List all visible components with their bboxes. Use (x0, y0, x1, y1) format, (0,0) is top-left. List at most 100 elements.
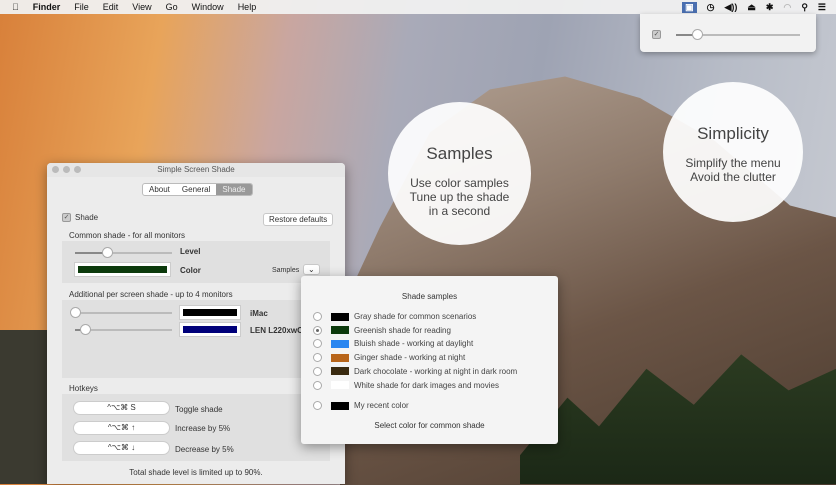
hotkey-action: Increase by 5% (175, 424, 231, 433)
tab-shade[interactable]: Shade (216, 184, 252, 195)
color-swatch (331, 312, 349, 321)
menu-go[interactable]: Go (166, 2, 178, 12)
samples-callout: Samples Use color samples Tune up the sh… (388, 102, 531, 245)
hotkey-field[interactable]: ^⌥⌘ S (73, 401, 170, 415)
hotkeys-header: Hotkeys (69, 384, 98, 393)
samples-footer: Select color for common shade (374, 421, 485, 430)
sample-label: White shade for dark images and movies (354, 380, 499, 390)
callout-title: Samples (426, 144, 493, 163)
common-level-slider[interactable] (75, 247, 172, 258)
tab-general[interactable]: General (176, 184, 216, 195)
menu-finder[interactable]: Finder (33, 2, 61, 12)
time-machine-icon[interactable]: ◷ (707, 2, 715, 13)
tab-bar: About General Shade (142, 183, 253, 196)
window-title: Simple Screen Shade (157, 165, 235, 174)
radio-button[interactable] (313, 380, 322, 390)
wifi-icon[interactable]: ◠ (783, 2, 791, 13)
menu-bar:  Finder File Edit View Go Window Help ▣… (0, 0, 836, 14)
sample-label: Dark chocolate - working at night in dar… (354, 366, 518, 376)
color-swatch (331, 353, 349, 362)
monitor-name: iMac (250, 309, 268, 318)
callout-line: in a second (428, 204, 491, 218)
window-titlebar: Simple Screen Shade (47, 163, 345, 177)
sample-row[interactable]: Ginger shade - working at night (313, 353, 466, 363)
common-shade-header: Common shade - for all monitors (69, 231, 186, 240)
sample-row[interactable]: Dark chocolate - working at night in dar… (313, 366, 518, 376)
shade-menu-dropdown: ✓ (640, 14, 816, 52)
color-swatch (331, 381, 349, 389)
samples-label: Samples (272, 267, 300, 274)
samples-title: Shade samples (401, 292, 458, 301)
callout-title: Simplicity (697, 124, 769, 143)
color-swatch (331, 401, 349, 410)
color-label: Color (180, 266, 201, 275)
imac-level-slider[interactable] (70, 307, 172, 318)
sample-label: Ginger shade - working at night (354, 353, 466, 363)
slider-knob[interactable] (79, 324, 91, 335)
restore-defaults-button[interactable]: Restore defaults (263, 213, 334, 226)
menu-help[interactable]: Help (238, 2, 257, 12)
color-swatch (331, 339, 349, 348)
hotkey-field[interactable]: ^⌥⌘ ↑ (73, 421, 170, 435)
minimize-button[interactable] (63, 166, 70, 173)
sample-label: Gray shade for common scenarios (354, 312, 477, 321)
menu-edit[interactable]: Edit (103, 2, 119, 12)
bluetooth-icon[interactable]: ✱ (766, 2, 774, 13)
simplicity-callout: Simplicity Simplify the menu Avoid the c… (663, 82, 803, 222)
sample-label: Bluish shade - working at daylight (354, 339, 474, 349)
color-swatch (331, 326, 349, 335)
callout-line: Simplify the menu (685, 156, 781, 170)
slider-knob[interactable] (102, 247, 113, 258)
shade-label: Shade (75, 213, 99, 222)
sample-row[interactable]: Greenish shade for reading (313, 325, 451, 335)
shade-toggle-checkbox[interactable]: ✓ (652, 30, 661, 39)
slider-knob[interactable] (70, 307, 81, 318)
per-screen-box: iMac LEN L220xwC (62, 300, 330, 378)
common-color-well[interactable] (74, 262, 171, 277)
len-color-well[interactable] (179, 322, 241, 337)
volume-icon[interactable]: ◀)) (724, 2, 737, 13)
limit-note: Total shade level is limited up to 90%. (129, 468, 263, 477)
radio-button[interactable] (313, 366, 322, 376)
hotkey-action: Toggle shade (175, 405, 223, 414)
menu-view[interactable]: View (132, 2, 151, 12)
shade-checkbox-row[interactable]: ✓ Shade (62, 213, 98, 222)
shade-icon[interactable]: ▣ (682, 1, 697, 13)
color-swatch (331, 367, 349, 376)
sample-row[interactable]: Bluish shade - working at daylight (313, 339, 474, 349)
callout-line: Use color samples (410, 176, 509, 190)
common-shade-box: Level Color Samples ⌄ (62, 241, 330, 283)
radio-button[interactable] (313, 325, 322, 335)
menu-window[interactable]: Window (192, 2, 224, 12)
callout-line: Avoid the clutter (690, 170, 776, 184)
search-icon[interactable]: ⚲ (801, 2, 808, 13)
shade-samples-popover: Shade samples Gray shade for common scen… (301, 276, 558, 444)
samples-dropdown-button[interactable]: ⌄ (303, 264, 320, 275)
radio-button[interactable] (313, 339, 322, 349)
per-screen-header: Additional per screen shade - up to 4 mo… (69, 290, 233, 299)
tray-level-slider[interactable] (676, 29, 800, 40)
zoom-button[interactable] (74, 166, 81, 173)
slider-knob[interactable] (692, 29, 704, 40)
menu-file[interactable]: File (74, 2, 89, 12)
sample-label: Greenish shade for reading (354, 325, 451, 335)
hotkey-action: Decrease by 5% (175, 445, 234, 454)
sample-label: My recent color (354, 401, 409, 410)
list-icon[interactable]: ☰ (818, 2, 826, 13)
radio-button[interactable] (313, 312, 322, 321)
radio-button[interactable] (313, 401, 322, 410)
eject-icon[interactable]: ⏏ (747, 2, 756, 13)
sample-row-recent[interactable]: My recent color (313, 401, 409, 410)
sample-row[interactable]: Gray shade for common scenarios (313, 312, 476, 321)
close-button[interactable] (52, 166, 59, 173)
shade-checkbox[interactable]: ✓ (62, 213, 71, 222)
imac-color-well[interactable] (179, 305, 241, 320)
tab-about[interactable]: About (143, 184, 176, 195)
len-level-slider[interactable] (75, 324, 172, 335)
level-label: Level (180, 247, 201, 256)
sample-row[interactable]: White shade for dark images and movies (313, 380, 499, 390)
callout-line: Tune up the shade (409, 190, 510, 204)
radio-button[interactable] (313, 353, 322, 363)
apple-menu-icon[interactable]:  (12, 2, 19, 12)
hotkey-field[interactable]: ^⌥⌘ ↓ (73, 441, 170, 455)
